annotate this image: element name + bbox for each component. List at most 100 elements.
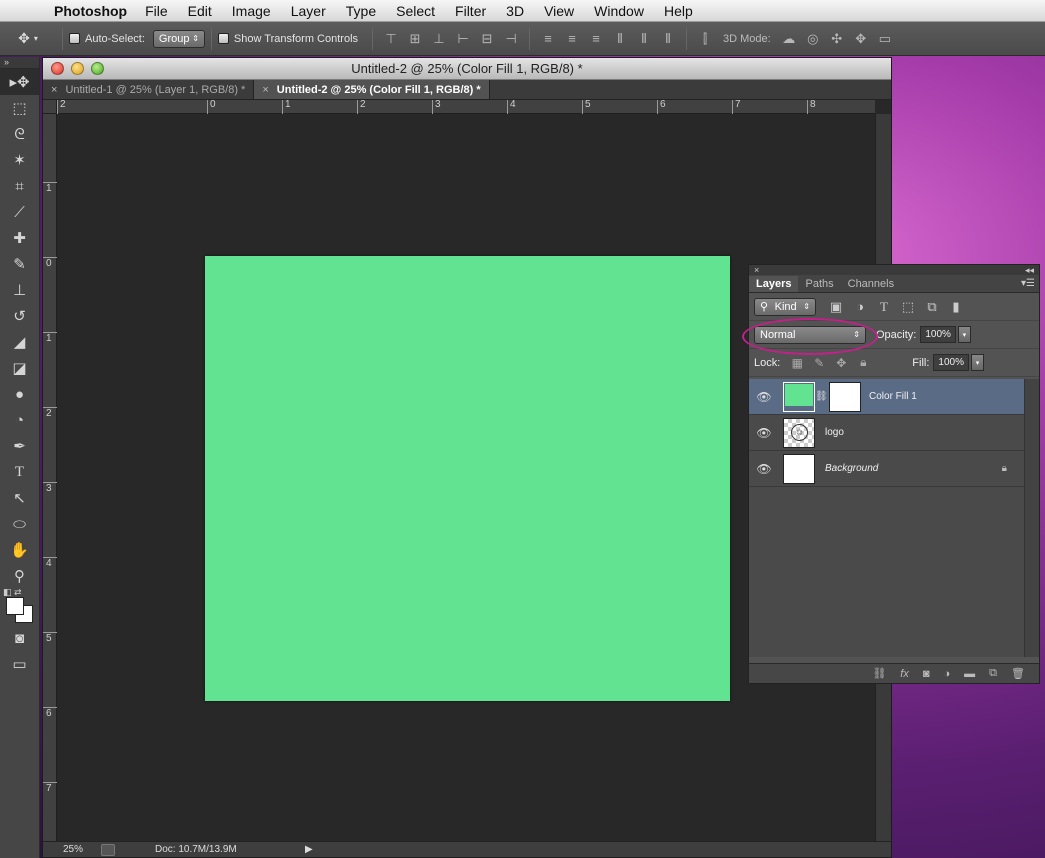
clone-stamp-tool-icon[interactable]: ⊥	[0, 277, 39, 303]
close-tab-icon[interactable]: ×	[262, 84, 268, 96]
zoom-tool-icon[interactable]: ⚲	[0, 563, 39, 589]
layer-thumbnail[interactable]	[783, 453, 815, 484]
new-adjustment-layer-icon[interactable]: ◑	[944, 668, 951, 680]
orbit-3d-icon[interactable]: ☁	[777, 31, 801, 47]
eraser-tool-icon[interactable]: ◢	[0, 329, 39, 355]
auto-select-checkbox[interactable]	[69, 33, 80, 44]
paint-bucket-tool-icon[interactable]: ◪	[0, 355, 39, 381]
minimize-window-button[interactable]	[71, 62, 84, 75]
tab-paths[interactable]: Paths	[798, 276, 840, 292]
brush-tool-icon[interactable]: ✎	[0, 251, 39, 277]
zoom-level[interactable]: 25%	[43, 844, 101, 855]
distribute-top-icon[interactable]: ≡	[536, 31, 560, 46]
link-layers-icon[interactable]: ⛓︎	[872, 667, 886, 680]
screen-mode-icon[interactable]: ▭	[0, 651, 39, 677]
distribute-vcenter-icon[interactable]: ≡	[560, 31, 584, 46]
lock-transparent-icon[interactable]: ▦	[786, 356, 808, 370]
new-group-folder-icon[interactable]: ▬	[964, 668, 975, 680]
align-hcenter-icon[interactable]: ⊟	[475, 31, 499, 47]
distribute-bottom-icon[interactable]: ≡	[584, 31, 608, 46]
move-tool-icon[interactable]: ▸✥	[0, 69, 39, 95]
auto-select-dropdown[interactable]: Group ⇕	[152, 29, 205, 48]
fill-dropdown-icon[interactable]: ▾	[970, 354, 984, 371]
distribute-hcenter-icon[interactable]: ⦀	[632, 31, 656, 47]
quick-mask-icon[interactable]: ◙	[0, 625, 39, 651]
menu-file[interactable]: File	[145, 3, 168, 19]
type-tool-icon[interactable]: T	[0, 459, 39, 485]
align-right-icon[interactable]: ⊣	[499, 31, 523, 47]
close-panel-icon[interactable]: ×	[754, 265, 759, 275]
blend-mode-dropdown[interactable]: Normal ⇕	[754, 325, 866, 344]
filter-kind-dropdown[interactable]: ⚲ Kind ⇕	[754, 297, 816, 316]
document-info-icon[interactable]	[101, 843, 115, 856]
menu-select[interactable]: Select	[396, 3, 435, 19]
blur-tool-icon[interactable]: ●	[0, 381, 39, 407]
visibility-eye-icon[interactable]: 👁︎	[749, 426, 779, 440]
new-layer-icon[interactable]: ⧉	[989, 667, 997, 680]
tab-untitled-2[interactable]: × Untitled-2 @ 25% (Color Fill 1, RGB/8)…	[254, 80, 490, 99]
menu-layer[interactable]: Layer	[291, 3, 326, 19]
layer-row[interactable]: 👁︎ ⛓︎ Color Fill 1	[749, 379, 1025, 415]
menu-filter[interactable]: Filter	[455, 3, 486, 19]
ruler-origin[interactable]	[43, 100, 57, 114]
menu-image[interactable]: Image	[232, 3, 271, 19]
menu-3d[interactable]: 3D	[506, 3, 524, 19]
filter-toggle-icon[interactable]: ▮	[944, 299, 968, 315]
filter-shape-icon[interactable]: ⬚	[896, 299, 920, 315]
path-selection-tool-icon[interactable]: ↖	[0, 485, 39, 511]
fill-input[interactable]: 100%	[933, 354, 969, 371]
dodge-tool-icon[interactable]: ◔	[0, 407, 39, 433]
menu-help[interactable]: Help	[664, 3, 693, 19]
lasso-tool-icon[interactable]: ᘓ	[0, 121, 39, 147]
tab-untitled-1[interactable]: × Untitled-1 @ 25% (Layer 1, RGB/8) *	[43, 80, 255, 99]
eyedropper-tool-icon[interactable]: ⟋	[0, 199, 39, 225]
hand-tool-icon[interactable]: ✋	[0, 537, 39, 563]
foreground-color-swatch[interactable]	[6, 597, 24, 615]
filter-pixel-icon[interactable]: ▣	[824, 299, 848, 315]
slide-3d-icon[interactable]: ✥	[849, 31, 873, 47]
layer-thumbnail[interactable]: ☺	[783, 417, 815, 448]
marquee-tool-icon[interactable]: ⬚	[0, 95, 39, 121]
filter-smart-object-icon[interactable]: ⧉	[920, 299, 944, 315]
auto-select-toggle[interactable]: Auto-Select:	[69, 33, 145, 45]
history-brush-tool-icon[interactable]: ↺	[0, 303, 39, 329]
align-vcenter-icon[interactable]: ⊞	[403, 31, 427, 47]
transform-controls-checkbox[interactable]	[217, 33, 229, 44]
document-canvas[interactable]	[205, 256, 730, 701]
visibility-eye-icon[interactable]: 👁︎	[749, 390, 779, 404]
trash-icon[interactable]: 🗑︎	[1011, 667, 1025, 680]
status-menu-arrow-icon[interactable]: ▶	[305, 844, 313, 855]
filter-adjustment-icon[interactable]: ◑	[848, 299, 872, 314]
tool-preset-picker[interactable]: ✥ ▾	[0, 30, 56, 47]
vertical-ruler[interactable]: 1 0 1 2 3 4 5 6 7	[43, 114, 57, 841]
visibility-eye-icon[interactable]: 👁︎	[749, 462, 779, 476]
layer-row[interactable]: 👁︎ Background 🔒︎	[749, 451, 1025, 487]
menu-view[interactable]: View	[544, 3, 574, 19]
opacity-input[interactable]: 100%	[920, 326, 956, 343]
zoom-window-button[interactable]	[91, 62, 104, 75]
chain-link-icon[interactable]: ⛓︎	[815, 391, 828, 402]
layers-scrollbar[interactable]	[1024, 379, 1039, 657]
collapse-panel-icon[interactable]: »	[0, 57, 39, 69]
align-top-icon[interactable]: ⊤	[379, 31, 403, 47]
opacity-dropdown-icon[interactable]: ▾	[957, 326, 971, 343]
auto-align-icon[interactable]: ⫿	[693, 31, 717, 47]
drag-3d-icon[interactable]: ✣	[825, 31, 849, 47]
layer-row[interactable]: 👁︎ ☺ logo	[749, 415, 1025, 451]
distribute-right-icon[interactable]: ⦀	[656, 31, 680, 47]
ellipse-tool-icon[interactable]: ⬭	[0, 511, 39, 537]
menu-edit[interactable]: Edit	[188, 3, 212, 19]
panel-menu-icon[interactable]: ▾☰	[1021, 278, 1035, 289]
crop-tool-icon[interactable]: ⌗	[0, 173, 39, 199]
roll-3d-icon[interactable]: ◎	[801, 31, 825, 47]
close-tab-icon[interactable]: ×	[51, 84, 57, 96]
horizontal-ruler[interactable]: 2 0 1 2 3 4 5 6 7 8	[57, 100, 875, 114]
layer-mask-thumbnail[interactable]	[829, 381, 861, 412]
scale-3d-icon[interactable]: ▭	[873, 31, 897, 47]
collapse-panel-icon[interactable]: ◂◂	[1025, 265, 1034, 275]
tab-channels[interactable]: Channels	[841, 276, 901, 292]
app-menu[interactable]: Photoshop	[54, 3, 127, 19]
filter-type-icon[interactable]: T	[872, 299, 896, 315]
distribute-left-icon[interactable]: ⦀	[608, 31, 632, 47]
color-fill-thumbnail[interactable]	[783, 381, 815, 412]
